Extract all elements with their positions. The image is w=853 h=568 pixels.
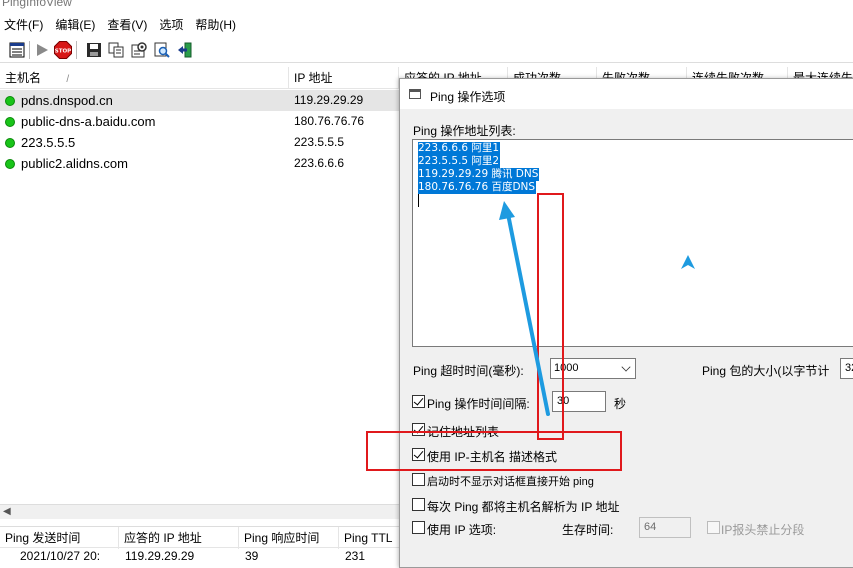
annotation-arrow-line (506, 212, 550, 416)
annotation-arrowhead (499, 201, 515, 220)
annotation-arrowhead (681, 255, 695, 269)
annotation-arrows (499, 201, 695, 416)
